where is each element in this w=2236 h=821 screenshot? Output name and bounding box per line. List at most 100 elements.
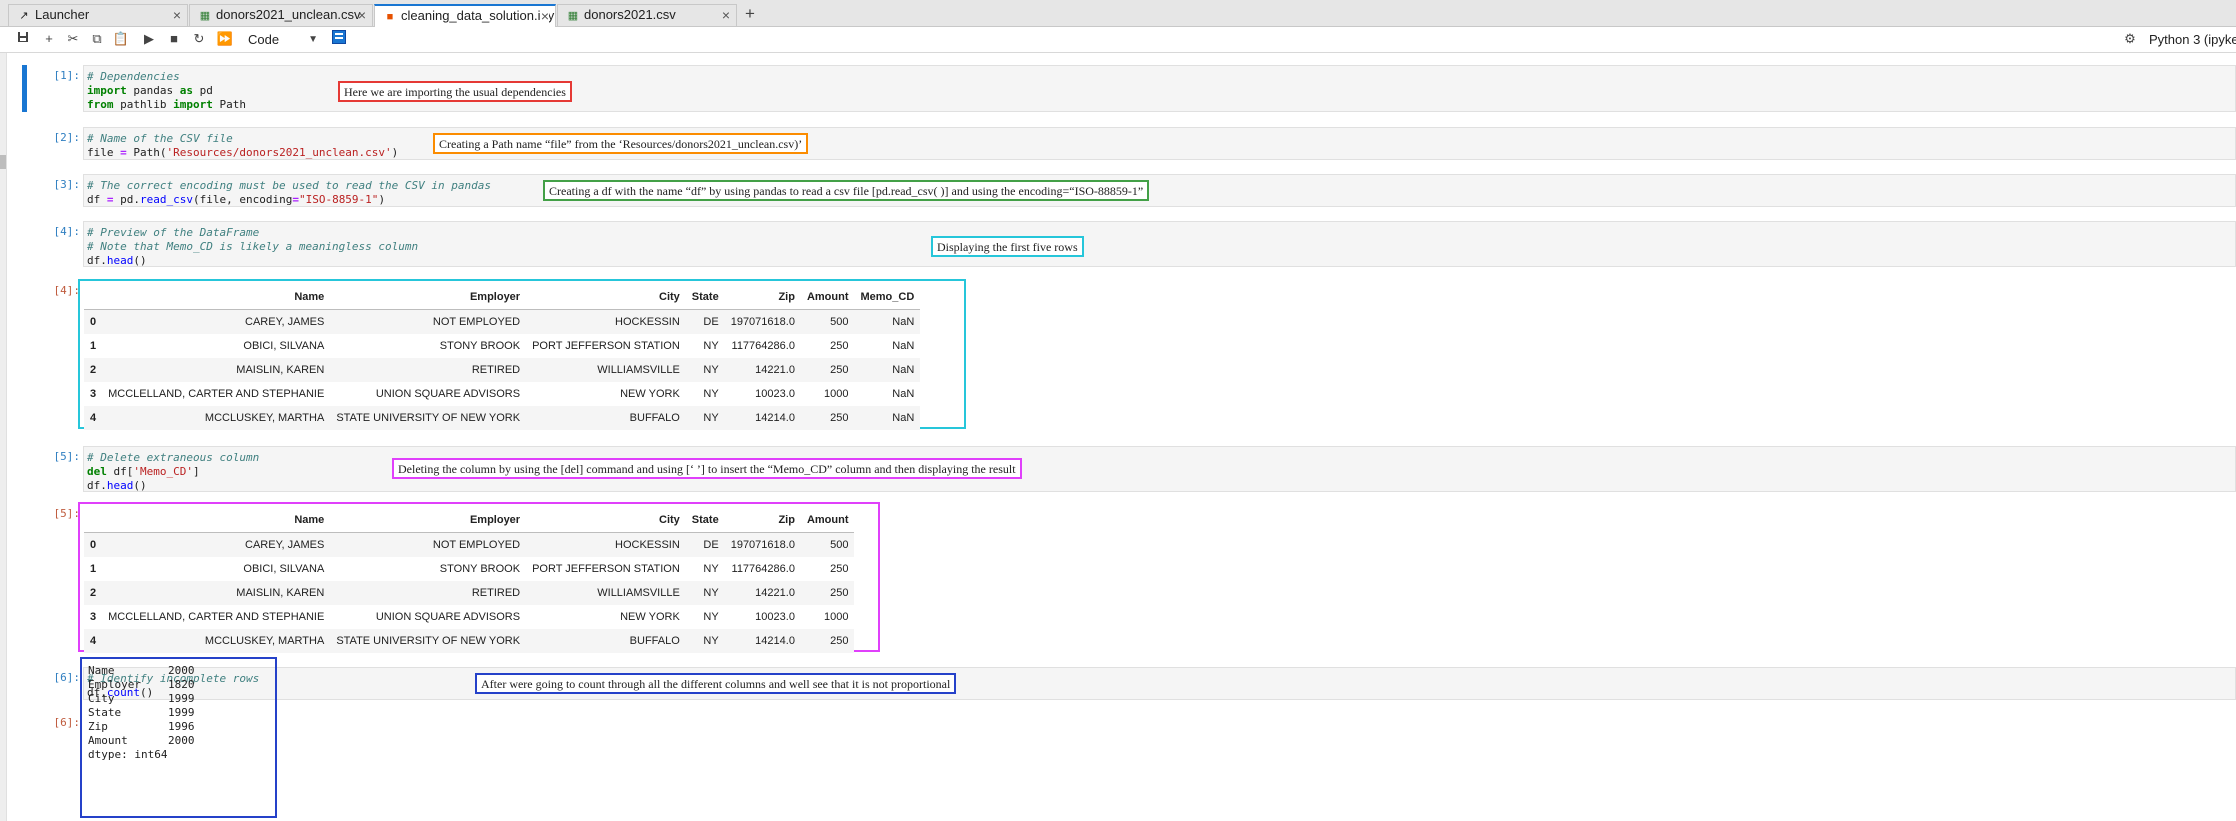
count-value: 2000	[168, 734, 195, 747]
table-row: 3 MCCLELLAND, CARTER AND STEPHANIE UNION S…	[84, 382, 920, 406]
table-row: 2 MAISLIN, KAREN RETIRED WILLIAMSVILLE NY 142…	[84, 358, 921, 382]
dataframe-output-1: Name Employer City State Zip Amount Memo_CD 0 CA…	[78, 279, 966, 430]
table-header-row: Name Employer City State Zip Amount Memo_CD	[84, 285, 921, 310]
column-header: Amount	[800, 285, 855, 310]
count-row: Zip 1996	[88, 720, 269, 734]
debugger-icon[interactable]	[330, 30, 348, 48]
add-tab-icon[interactable]: +	[740, 5, 760, 25]
left-gutter	[0, 53, 7, 821]
tab-bar: ↗ Launcher × ▦ donors2021_unclean.csv × ■ c…	[0, 0, 2236, 27]
table-cell: DE	[703, 539, 719, 551]
chevron-down-icon: ▼	[308, 34, 318, 45]
count-label: Employer	[88, 678, 141, 691]
table-cell: MCCLELLAND, CARTER AND STEPHANIE	[108, 388, 325, 400]
save-icon[interactable]	[14, 30, 32, 48]
copy-icon[interactable]: ⧉	[88, 30, 106, 48]
notebook-toolbar: + ✂ ⧉ 📋 ▶ ■ ↻ ⏩ Code ▼ ⚙ Python 3 (ipyke…	[0, 27, 2236, 53]
close-icon[interactable]: ×	[173, 5, 181, 25]
column-header: Zip	[724, 508, 801, 533]
table-cell: NOT EMPLOYED	[432, 539, 521, 551]
table-cell: NY	[703, 563, 719, 575]
table-cell: 250	[830, 587, 849, 599]
count-value: 2000	[168, 664, 195, 677]
close-icon[interactable]: ×	[358, 5, 366, 25]
code-text: # Name of the CSV file file = Path('Reso…	[87, 132, 399, 159]
table-cell: MAISLIN, KAREN	[236, 587, 325, 599]
table-cell: 1000	[824, 388, 849, 400]
table-cell: 250	[830, 364, 849, 376]
count-value: 1820	[168, 678, 195, 691]
column-header: City	[526, 508, 686, 533]
count-label: Name	[88, 664, 115, 677]
dataframe-table: Name Employer City State Zip Amount Memo_CD 0 CA…	[84, 285, 921, 430]
restart-icon[interactable]: ↻	[190, 30, 208, 48]
table-cell: HOCKESSIN	[615, 539, 680, 551]
cut-icon[interactable]: ✂	[64, 30, 82, 48]
code-text: # The correct encoding must be used to r…	[87, 179, 491, 206]
stop-icon[interactable]: ■	[165, 30, 183, 48]
table-cell: PORT JEFFERSON STATION	[532, 340, 680, 352]
csv-grid-icon: ▦	[199, 10, 211, 22]
count-row: Employer 1820	[88, 678, 269, 692]
annotation-note: Creating a df with the name “df” by usin…	[543, 180, 1150, 201]
close-icon[interactable]: ×	[540, 6, 549, 26]
count-label: Amount	[88, 734, 128, 747]
tab-donors2021[interactable]: ▦ donors2021.csv ×	[557, 4, 737, 26]
table-cell: RETIRED	[471, 587, 521, 599]
table-cell: NY	[703, 388, 719, 400]
tab-donors2021-unclean[interactable]: ▦ donors2021_unclean.csv ×	[189, 4, 373, 26]
table-cell: MCCLUSKEY, MARTHA	[204, 635, 325, 647]
output-prompt: [4]:	[53, 284, 81, 297]
tab-launcher[interactable]: ↗ Launcher ×	[8, 4, 188, 26]
notebook-icon: ■	[386, 11, 394, 23]
code-cell-2[interactable]: # Name of the CSV file file = Path('Reso…	[83, 127, 2236, 160]
tab-cleaning-data-solution[interactable]: ■ cleaning_data_solution.ipynb ×	[374, 4, 556, 27]
close-icon[interactable]: ×	[722, 5, 730, 25]
table-cell: CAREY, JAMES	[245, 539, 325, 551]
code-cell-4[interactable]: # Preview of the DataFrame # Note that M…	[83, 221, 2236, 267]
table-cell: CAREY, JAMES	[245, 316, 325, 328]
cell-type-select[interactable]: Code ▼	[248, 31, 318, 48]
count-row: State 1999	[88, 706, 269, 720]
column-header: Amount	[800, 508, 855, 533]
count-label: City	[88, 692, 115, 705]
table-cell: 500	[830, 539, 849, 551]
row-index: 4	[90, 412, 97, 424]
table-cell: OBICI, SILVANA	[243, 340, 325, 352]
run-icon[interactable]: ▶	[140, 30, 158, 48]
table-row: 0 CAREY, JAMES NOT EMPLOYED HOCKESSIN DE 1970…	[84, 532, 855, 557]
table-cell: UNION SQUARE ADVISORS	[375, 388, 521, 400]
table-cell: 14221.0	[755, 587, 795, 599]
gutter-marker	[0, 155, 6, 169]
count-row: Amount 2000	[88, 734, 269, 748]
input-prompt: [4]:	[53, 225, 81, 238]
table-cell: PORT JEFFERSON STATION	[532, 563, 680, 575]
restart-run-all-icon[interactable]: ⏩	[216, 30, 234, 48]
code-cell-3[interactable]: # The correct encoding must be used to r…	[83, 174, 2236, 207]
column-header: City	[526, 285, 686, 310]
input-prompt: [6]:	[53, 671, 81, 684]
annotation-note: After were going to count through all th…	[475, 673, 957, 694]
table-cell: NEW YORK	[620, 388, 680, 400]
table-cell: NY	[703, 587, 719, 599]
annotation-note: Here we are importing the usual dependen…	[338, 81, 572, 102]
paste-icon[interactable]: 📋	[112, 30, 130, 48]
gear-icon[interactable]: ⚙	[2122, 31, 2138, 47]
table-cell: 250	[830, 340, 849, 352]
input-prompt: [5]:	[53, 450, 81, 463]
count-label: State	[88, 706, 122, 719]
dataframe-output-2: Name Employer City State Zip Amount 0 CAREY, JA…	[78, 502, 880, 653]
table-cell: NaN	[892, 364, 915, 376]
table-header-row: Name Employer City State Zip Amount	[84, 508, 855, 533]
table-cell: 197071618.0	[730, 316, 795, 328]
row-index: 2	[90, 364, 97, 376]
output-prompt: [6]:	[53, 716, 81, 729]
tab-label: donors2021_unclean.csv	[216, 7, 361, 22]
insert-cell-icon[interactable]: +	[40, 30, 58, 48]
table-row: 1 OBICI, SILVANA STONY BROOK PORT JEFFERSON…	[84, 557, 854, 581]
code-cell-6[interactable]: # Identify incomplete rows df.count()	[83, 667, 2236, 700]
table-cell: WILLIAMSVILLE	[597, 587, 680, 599]
kernel-name[interactable]: Python 3 (ipykernel)	[2149, 32, 2236, 47]
table-cell: UNION SQUARE ADVISORS	[375, 611, 521, 623]
table-cell: MCCLUSKEY, MARTHA	[204, 412, 325, 424]
